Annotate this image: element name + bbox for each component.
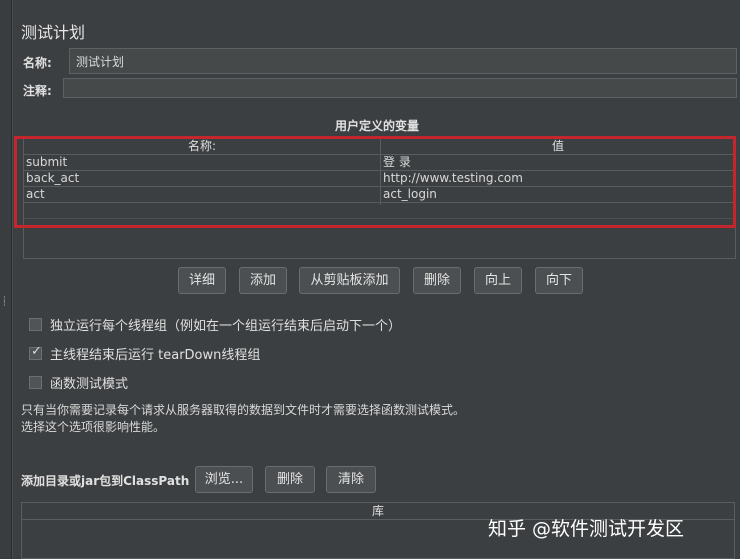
option-label: 独立运行每个线程组（例如在一个组运行结束后启动下一个） xyxy=(50,318,402,334)
variable-value-cell[interactable]: act_login xyxy=(381,187,735,203)
checkmark-icon: ✓ xyxy=(31,343,42,359)
add-from-clipboard-button[interactable]: 从剪贴板添加 xyxy=(299,267,400,294)
delete-button[interactable]: 删除 xyxy=(413,267,461,294)
variables-table[interactable]: 名称: 值 submit 登 录 back_act http://www.tes… xyxy=(23,137,736,259)
functional-mode-note: 只有当你需要记录每个请求从服务器取得的数据到文件时才需要选择函数测试模式。 xyxy=(21,403,466,417)
page-title: 测试计划 xyxy=(21,23,86,42)
variable-name-cell[interactable]: act xyxy=(24,187,380,203)
watermark: 知乎 @软件测试开发区 xyxy=(488,518,685,540)
comment-label: 注释: xyxy=(23,84,52,98)
drag-grip-icon[interactable]: ⁞ ⁞ xyxy=(3,296,8,316)
move-up-button[interactable]: 向上 xyxy=(474,267,522,294)
add-button[interactable]: 添加 xyxy=(239,267,287,294)
table-header: 名称: 值 xyxy=(24,138,735,155)
checkbox-checked-icon[interactable]: ✓ xyxy=(29,343,42,360)
name-field[interactable] xyxy=(69,48,737,74)
comment-field[interactable] xyxy=(63,78,737,98)
variable-value-cell[interactable]: 登 录 xyxy=(381,155,735,171)
table-row[interactable]: back_act http://www.testing.com xyxy=(24,171,735,187)
details-button[interactable]: 详细 xyxy=(178,267,226,294)
table-row[interactable]: act act_login xyxy=(24,187,735,203)
move-down-button[interactable]: 向下 xyxy=(535,267,583,294)
option-label: 主线程结束后运行 tearDown线程组 xyxy=(50,347,261,363)
classpath-label: 添加目录或jar包到ClassPath xyxy=(21,474,190,488)
variable-name-cell[interactable]: submit xyxy=(24,155,380,171)
option-functional-test-mode[interactable]: 函数测试模式 xyxy=(29,374,129,392)
option-serialize-thread-groups[interactable]: 独立运行每个线程组（例如在一个组运行结束后启动下一个） xyxy=(29,316,402,334)
browse-button[interactable]: 浏览... xyxy=(195,466,253,493)
variable-value-cell[interactable]: http://www.testing.com xyxy=(381,171,735,187)
checkbox-unchecked-icon[interactable] xyxy=(29,375,42,389)
name-label: 名称: xyxy=(23,56,52,70)
column-header-name[interactable]: 名称: xyxy=(24,138,381,155)
classpath-delete-button[interactable]: 删除 xyxy=(265,466,315,493)
variable-name-cell[interactable]: back_act xyxy=(24,171,380,187)
clear-button[interactable]: 清除 xyxy=(326,466,376,493)
variables-section-title: 用户定义的变量 xyxy=(334,119,419,133)
checkbox-unchecked-icon[interactable] xyxy=(29,317,42,331)
option-teardown-after-shutdown[interactable]: ✓ 主线程结束后运行 tearDown线程组 xyxy=(29,343,261,363)
table-row-empty[interactable] xyxy=(24,203,735,219)
table-row[interactable]: submit 登 录 xyxy=(24,155,735,171)
column-header-value[interactable]: 值 xyxy=(381,138,735,155)
performance-note: 选择这个选项很影响性能。 xyxy=(21,420,166,434)
split-pane-divider[interactable]: ⁞ ⁞ xyxy=(0,0,12,559)
option-label: 函数测试模式 xyxy=(50,376,129,392)
test-plan-panel: 测试计划 名称: 注释: 用户定义的变量 名称: 值 submit 登 录 ba… xyxy=(12,0,740,559)
